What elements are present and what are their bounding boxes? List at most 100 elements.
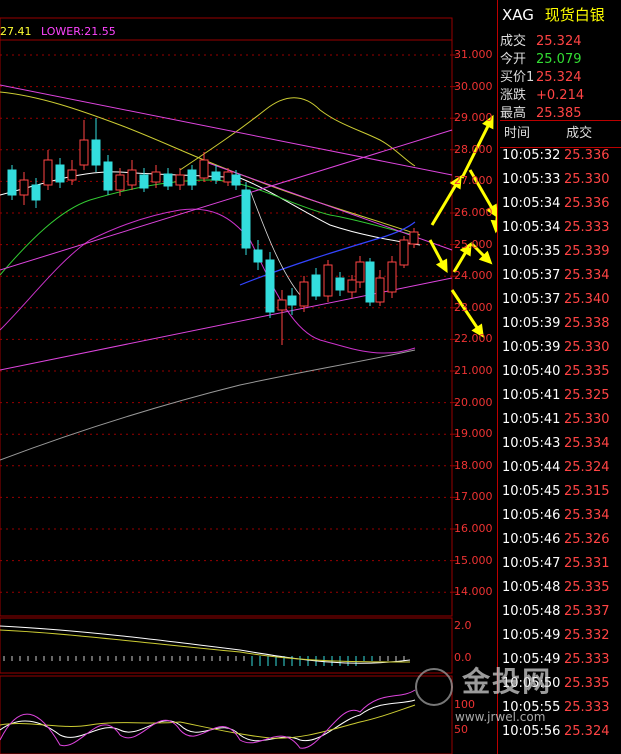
trendline-rising	[0, 129, 453, 271]
tick-time: 10:05:41	[502, 388, 561, 403]
candle-up	[277, 299, 287, 311]
quote-label: 成交	[500, 34, 527, 49]
candle-down	[253, 249, 263, 263]
tick-price: 25.334	[564, 268, 610, 283]
tick-price: 25.337	[564, 604, 610, 619]
axis-label: 14.000	[454, 585, 493, 599]
trendline-upper	[0, 84, 453, 176]
tick-row[interactable]: 10:05:39 25.338	[502, 316, 610, 331]
tick-price: 25.331	[564, 556, 610, 571]
candle-down	[211, 171, 221, 181]
tick-time: 10:05:37	[502, 268, 561, 283]
candle-down	[287, 295, 297, 306]
tick-row[interactable]: 10:05:37 25.334	[502, 268, 610, 283]
kdj-k-line	[0, 699, 416, 742]
tick-row[interactable]: 10:05:43 25.334	[502, 436, 610, 451]
candle-up	[409, 231, 419, 245]
tick-price: 25.334	[564, 436, 610, 451]
tick-row[interactable]: 10:05:41 25.325	[502, 388, 610, 403]
tick-price: 25.335	[564, 580, 610, 595]
tick-row[interactable]: 10:05:44 25.324	[502, 460, 610, 475]
quote-label: 买价1	[500, 70, 535, 85]
quote-value: +0.214	[536, 88, 585, 103]
tick-row[interactable]: 10:05:48 25.337	[502, 604, 610, 619]
candle-up	[375, 277, 385, 303]
tick-row[interactable]: 10:05:49 25.332	[502, 628, 610, 643]
candle-down	[139, 174, 149, 189]
main-chart-frame	[0, 17, 453, 617]
tick-row[interactable]: 10:05:48 25.335	[502, 580, 610, 595]
quote-value: 25.324	[536, 34, 582, 49]
tick-row[interactable]: 10:05:33 25.330	[502, 172, 610, 187]
quote-row: 最高 25.385	[500, 102, 582, 121]
candle-up	[151, 171, 161, 183]
quote-value: 25.079	[536, 52, 582, 67]
tick-row[interactable]: 10:05:32 25.336	[502, 148, 610, 163]
tick-row[interactable]: 10:05:35 25.339	[502, 244, 610, 259]
tick-row[interactable]: 10:05:37 25.340	[502, 292, 610, 307]
candle-up	[67, 169, 77, 181]
tick-time: 10:05:40	[502, 364, 561, 379]
tick-time: 10:05:34	[502, 196, 561, 211]
tick-time: 10:05:33	[502, 172, 561, 187]
tick-time: 10:05:39	[502, 316, 561, 331]
candle-up	[43, 159, 53, 186]
tick-row[interactable]: 10:05:46 25.334	[502, 508, 610, 523]
candle-down	[103, 161, 113, 191]
tick-row[interactable]: 10:05:40 25.335	[502, 364, 610, 379]
watermark: 金投网 www.jrwel.com	[415, 660, 552, 725]
quote-row: 今开 25.079	[500, 48, 582, 67]
tick-price: 25.336	[564, 196, 610, 211]
tick-time: 10:05:35	[502, 244, 561, 259]
tick-time: 10:05:48	[502, 580, 561, 595]
axis-label: 15.000	[454, 553, 493, 567]
tick-price: 25.332	[564, 628, 610, 643]
col-time-header: 时间	[504, 126, 531, 141]
watermark-url: www.jrwel.com	[455, 709, 546, 724]
axis-label: 29.000	[454, 111, 493, 125]
tick-row[interactable]: 10:05:45 25.315	[502, 484, 610, 499]
boll-mid-value: 27.41	[0, 25, 32, 38]
moving-average-green	[0, 179, 416, 276]
tick-time: 10:05:37	[502, 292, 561, 307]
axis-label: 25.000	[454, 237, 493, 251]
candle-up	[399, 239, 409, 266]
tick-price: 25.330	[564, 412, 610, 427]
tick-row[interactable]: 10:05:56 25.324	[502, 724, 610, 739]
moving-average-white	[0, 171, 421, 246]
axis-label: 23.000	[454, 300, 493, 314]
axis-label: 24.000	[454, 269, 493, 283]
tick-price: 25.334	[564, 508, 610, 523]
tick-price: 25.333	[564, 700, 610, 715]
quote-value: 25.324	[536, 70, 582, 85]
quote-row: 买价1 25.324	[500, 66, 582, 85]
tick-time: 10:05:32	[502, 148, 561, 163]
quote-row: 成交 25.324	[500, 30, 582, 49]
axis-label: 22.000	[454, 332, 493, 346]
brand-logo-icon	[415, 667, 453, 706]
col-price-header: 成交	[566, 126, 593, 141]
candlestick-chart[interactable]	[0, 0, 497, 754]
bollinger-upper-tail	[179, 97, 416, 171]
tick-time: 10:05:43	[502, 436, 561, 451]
axis-label: 16.000	[454, 522, 493, 535]
arrow-head	[435, 258, 448, 274]
tick-time: 10:05:45	[502, 484, 561, 499]
tick-row[interactable]: 10:05:41 25.330	[502, 412, 610, 427]
axis-label: 30.000	[454, 79, 493, 93]
quote-row: 涨跌 +0.214	[500, 84, 584, 103]
tick-row[interactable]: 10:05:39 25.330	[502, 340, 610, 355]
kdj-j-line	[0, 689, 416, 749]
candle-down	[365, 261, 375, 303]
tick-price: 25.339	[564, 244, 610, 259]
tick-row[interactable]: 10:05:46 25.326	[502, 532, 610, 547]
tick-row[interactable]: 10:05:34 25.333	[502, 220, 610, 235]
axis-label: 20.000	[454, 395, 493, 409]
tick-row[interactable]: 10:05:34 25.336	[502, 196, 610, 211]
candle-down	[241, 189, 251, 249]
sub-axis-label: 2.0	[454, 619, 472, 632]
tick-time: 10:05:41	[502, 412, 561, 427]
tick-row[interactable]: 10:05:47 25.331	[502, 556, 610, 571]
tick-price: 25.315	[564, 484, 610, 499]
tick-time: 10:05:34	[502, 220, 561, 235]
